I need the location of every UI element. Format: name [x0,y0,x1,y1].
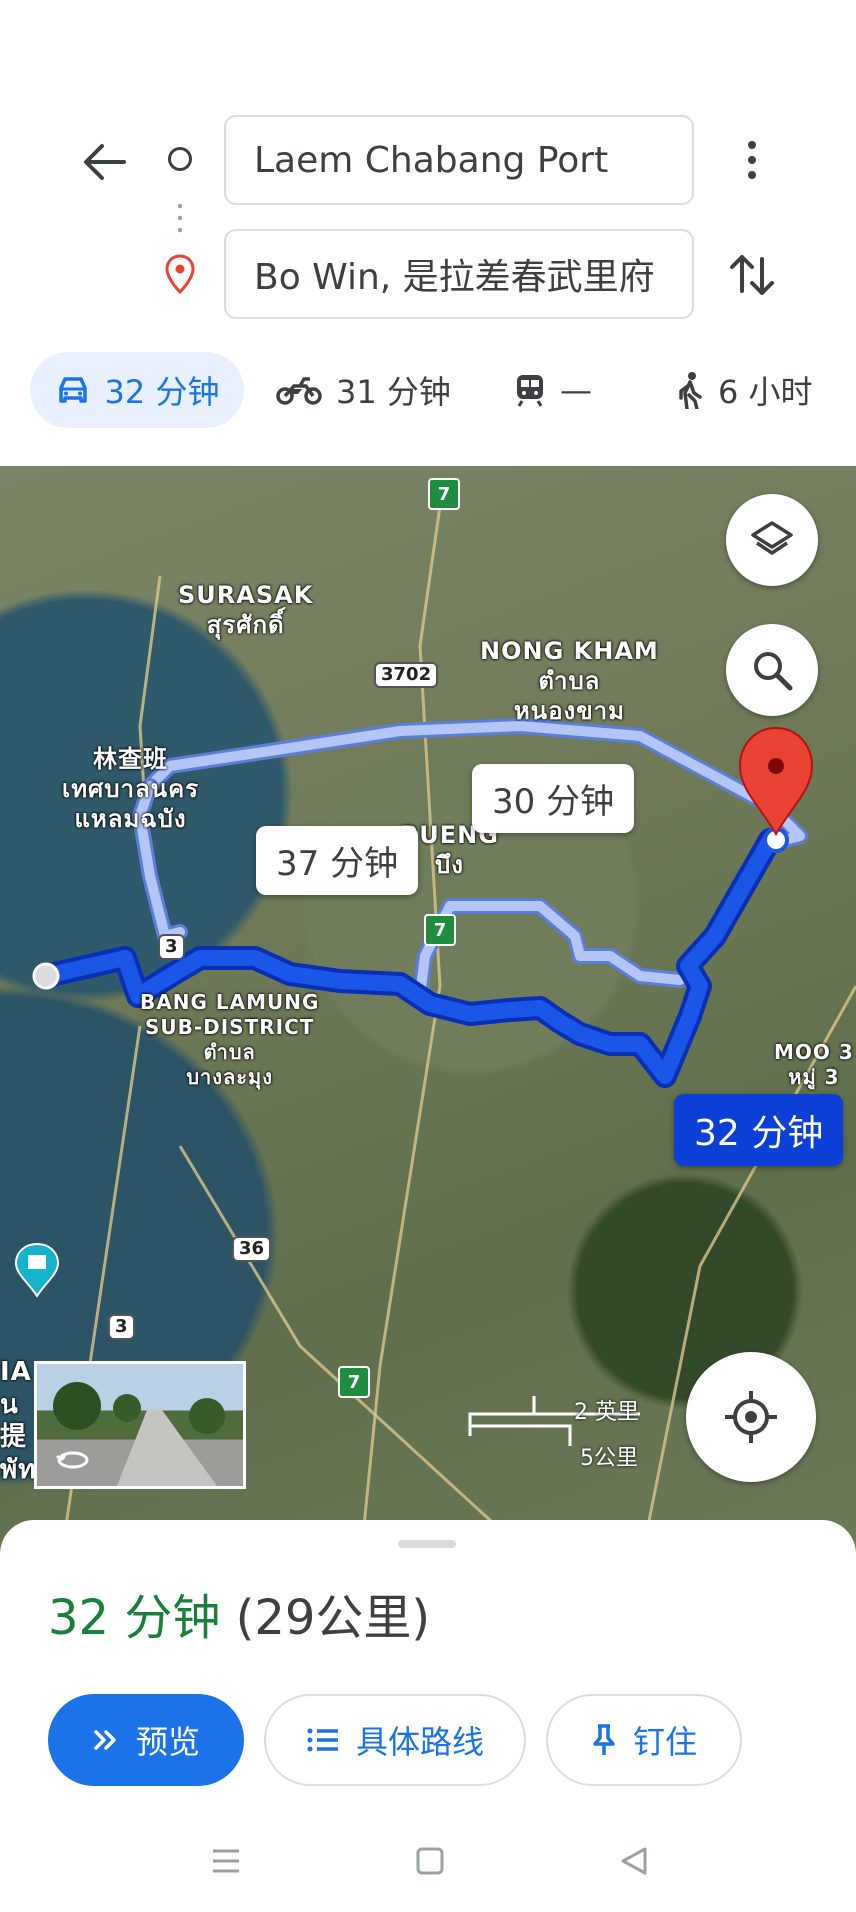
more-options-button[interactable] [730,135,774,185]
preview-button[interactable]: 预览 [48,1694,244,1786]
mode-tab-motorcycle[interactable]: 31 分钟 [276,352,456,428]
layers-button[interactable] [726,494,818,586]
trip-summary: 32 分钟 (29公里) [48,1578,430,1648]
scale-miles-label: 2 英里 [574,1400,639,1425]
mode-drive-label: 32 分钟 [104,373,220,411]
mode-walk-label: 6 小时 [718,373,813,411]
origin-marker[interactable] [32,962,60,990]
road-shield-3702: 3702 [374,662,439,688]
place-label-surasak: SURASAK สุรศักดิ์ [178,581,314,639]
steps-button[interactable]: 具体路线 [264,1694,526,1786]
place-label-moo3: MOO 3 หมู่ 3 [774,1040,854,1089]
street-view-thumbnail[interactable] [34,1361,246,1489]
highway-shield-7-center: 7 [424,914,456,946]
menu-icon [213,1849,239,1873]
my-location-button[interactable] [686,1352,816,1482]
destination-pin-marker[interactable] [738,726,814,837]
origin-circle-icon [168,147,192,171]
more-vert-icon [748,141,756,149]
map-search-button[interactable] [726,624,818,716]
mode-transit-label: — [560,371,592,409]
place-label-nong-kham: NONG KHAM ตำบล หนองขาม [480,637,659,725]
road-shield-36: 36 [232,1236,272,1262]
transit-icon [517,375,543,407]
place-label-laem-chabang: 林查班 เทศบาลนคร แหลมฉบัง [62,745,200,833]
place-label-bang-lamung: BANG LAMUNG SUB-DISTRICT ตำบล บางละมุง [140,990,320,1089]
my-location-icon [725,1391,777,1443]
destination-pin-icon [165,254,195,294]
route-time-bubble-alt-37[interactable]: 37 分钟 [256,826,419,895]
double-chevron-right-icon [94,1730,116,1750]
home-square-icon [416,1847,444,1875]
preview-label: 预览 [135,1723,200,1761]
car-icon [58,377,87,403]
nav-menu-button[interactable] [196,1836,256,1886]
nav-back-button[interactable] [604,1836,664,1886]
road-shield-3-south: 3 [108,1314,135,1340]
mode-tab-drive[interactable]: 32 分钟 [30,352,244,428]
highway-shield-7-south: 7 [338,1366,370,1398]
mode-tab-transit[interactable]: — [514,352,604,428]
trip-distance: (29公里) [235,1590,431,1646]
back-triangle-icon [621,1847,647,1875]
swap-vert-icon[interactable] [724,247,780,303]
route-connector-dots [178,200,182,236]
list-icon [307,1728,338,1752]
walk-icon [679,372,702,409]
route-time-bubble-alt-30[interactable]: 30 分钟 [472,764,635,833]
origin-field[interactable]: Laem Chabang Port [224,115,694,205]
rotate-360-icon [55,1451,89,1469]
attraction-pin-icon[interactable] [14,1242,60,1298]
destination-field[interactable]: Bo Win, 是拉差春武里府 [224,229,694,319]
arrow-left-icon [84,144,126,180]
pin-label: 钉住 [632,1723,697,1761]
trip-duration: 32 分钟 [48,1590,221,1646]
highway-shield-7-north: 7 [428,478,460,510]
mode-motorcycle-label: 31 分钟 [336,373,451,411]
back-button[interactable] [72,130,136,194]
sheet-drag-handle[interactable] [398,1540,456,1548]
steps-label: 具体路线 [355,1723,484,1761]
search-icon [754,652,793,691]
road-shield-3: 3 [158,934,185,960]
scale-km-label: 5公里 [580,1446,638,1471]
route-time-bubble-primary[interactable]: 32 分钟 [674,1094,844,1166]
pushpin-icon [593,1724,615,1755]
nav-home-button[interactable] [400,1836,460,1886]
pin-button[interactable]: 钉住 [546,1694,742,1786]
motorcycle-icon [276,377,322,405]
layers-icon [751,521,793,555]
mode-tab-walk[interactable]: 6 小时 [676,352,826,428]
